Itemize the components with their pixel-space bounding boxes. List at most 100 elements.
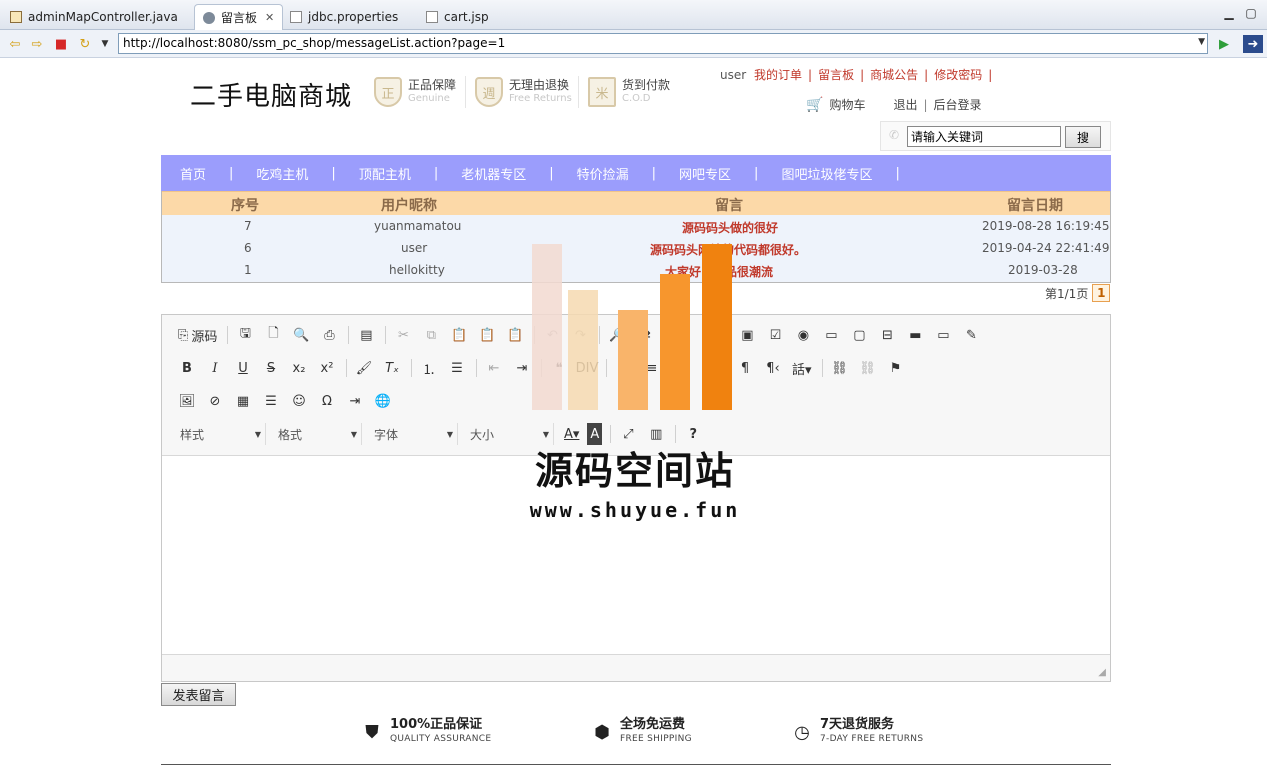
nav-internet-cafe[interactable]: 网吧专区 xyxy=(679,164,731,183)
link-change-password[interactable]: 修改密码 xyxy=(934,68,982,82)
search-box: ✆ 搜 xyxy=(880,121,1111,151)
nav-bargains[interactable]: 特价捡漏 xyxy=(577,164,629,183)
admin-login-link[interactable]: 后台登录 xyxy=(934,96,982,113)
tab-message-board[interactable]: 留言板 ✕ xyxy=(194,4,284,30)
source-button[interactable]: ⎘ 源码 xyxy=(176,324,219,346)
watermark-text: 源码空间站 xyxy=(534,449,735,493)
cart-link[interactable]: 购物车 xyxy=(829,96,865,113)
preview-icon[interactable]: 🔍 xyxy=(290,324,312,346)
format-select[interactable]: 格式 ▼ xyxy=(274,423,362,445)
post-message-button[interactable]: 发表留言 xyxy=(161,683,236,706)
chevron-down-icon: ▼ xyxy=(446,429,453,439)
site-logo[interactable]: 二手电脑商城 xyxy=(190,76,352,113)
cod-icon: 米 xyxy=(588,77,616,107)
copy-icon[interactable]: ⧉ xyxy=(420,324,442,346)
resize-grip-icon[interactable]: ◢ xyxy=(1098,667,1106,678)
chevron-down-icon[interactable]: ▼ xyxy=(96,35,114,53)
paste-icon[interactable]: 📋 xyxy=(448,324,470,346)
link-announcements[interactable]: 商城公告 xyxy=(870,68,918,82)
new-page-icon[interactable]: 🗋 xyxy=(262,324,284,346)
special-char-icon[interactable]: Ω xyxy=(316,390,338,412)
tab-jdbc-properties[interactable]: jdbc.properties xyxy=(282,4,406,30)
table-icon[interactable]: ▦ xyxy=(232,390,254,412)
page-break-icon[interactable]: ⇥ xyxy=(344,390,366,412)
select-icon[interactable]: ⊟ xyxy=(876,324,898,346)
underline-icon[interactable]: U xyxy=(232,357,254,379)
nav-home[interactable]: 首页 xyxy=(180,164,206,183)
forward-arrow-icon[interactable]: ⇨ xyxy=(28,35,46,53)
footer-quality: ⛊ 100%正品保证 QUALITY ASSURANCE xyxy=(360,718,491,746)
badge-free-returns: 週 无理由退换 Free Returns xyxy=(475,74,572,110)
rtl-icon[interactable]: ¶‹ xyxy=(762,357,784,379)
refresh-icon[interactable]: ↻ xyxy=(76,35,94,53)
stop-icon[interactable]: ■ xyxy=(52,35,70,53)
nav-gaming-pc[interactable]: 吃鸡主机 xyxy=(256,164,308,183)
maximize-icon[interactable]: ▢ xyxy=(1244,6,1258,20)
search-button[interactable]: 搜 xyxy=(1065,126,1101,148)
bold-icon[interactable]: B xyxy=(176,357,198,379)
cell-user: user xyxy=(401,241,428,255)
unlink-icon[interactable]: ⛓ xyxy=(857,357,879,379)
url-input[interactable]: http://localhost:8080/ssm_pc_shop/messag… xyxy=(118,33,1208,54)
paste-text-icon[interactable]: 📋 xyxy=(476,324,498,346)
language-icon[interactable]: 話▾ xyxy=(790,357,814,379)
java-file-icon xyxy=(10,11,22,23)
button-icon[interactable]: ▬ xyxy=(904,324,926,346)
templates-icon[interactable]: ▤ xyxy=(355,324,377,346)
print-icon[interactable]: ⎙ xyxy=(318,324,340,346)
col-id: 序号 xyxy=(231,198,259,214)
link-message-board[interactable]: 留言板 xyxy=(818,68,854,82)
flash-icon[interactable]: ⊘ xyxy=(204,390,226,412)
link-icon[interactable]: ⛓ xyxy=(829,357,851,379)
subscript-icon[interactable]: x₂ xyxy=(288,357,310,379)
badge-divider xyxy=(578,76,579,108)
open-external-icon[interactable]: ➜ xyxy=(1243,35,1263,53)
logout-link[interactable]: 退出 xyxy=(893,96,917,113)
size-label: 大小 xyxy=(470,427,495,442)
outdent-icon[interactable]: ⇤ xyxy=(483,357,505,379)
smiley-icon[interactable]: ☺ xyxy=(288,390,310,412)
back-arrow-icon[interactable]: ⇦ xyxy=(6,35,24,53)
radio-icon[interactable]: ◉ xyxy=(792,324,814,346)
tab-admin-map-controller[interactable]: adminMapController.java xyxy=(2,4,186,30)
go-icon[interactable]: ▶ xyxy=(1215,35,1233,53)
footer-en: 7-DAY FREE RETURNS xyxy=(820,734,924,744)
col-date: 留言日期 xyxy=(1007,198,1063,214)
remove-format-icon[interactable]: Tₓ xyxy=(381,357,403,379)
nav-budget-zone[interactable]: 图吧垃圾佬专区 xyxy=(781,164,872,183)
textfield-icon[interactable]: ▭ xyxy=(820,324,842,346)
col-message: 留言 xyxy=(715,198,743,214)
numbered-list-icon[interactable]: ⒈ xyxy=(418,357,440,379)
checkbox-icon[interactable]: ☑ xyxy=(764,324,786,346)
copy-format-icon[interactable]: 🖌 xyxy=(353,357,375,379)
close-icon[interactable]: ✕ xyxy=(265,11,274,24)
link-my-orders[interactable]: 我的订单 xyxy=(754,68,802,82)
tab-cart-jsp[interactable]: cart.jsp xyxy=(418,4,497,30)
pagination: 第1/1页 1 xyxy=(1045,284,1111,302)
cell-date: 2019-04-24 22:41:49 xyxy=(982,241,1110,255)
username: user xyxy=(720,68,747,82)
nav-top-config[interactable]: 顶配主机 xyxy=(359,164,411,183)
image-button-icon[interactable]: ▭ xyxy=(932,324,954,346)
font-select[interactable]: 字体 ▼ xyxy=(370,423,458,445)
badge-cn: 无理由退换 xyxy=(509,78,570,92)
iframe-globe-icon[interactable]: 🌐 xyxy=(372,390,394,412)
image-icon[interactable]: 🖼 xyxy=(176,390,198,412)
styles-select[interactable]: 样式 ▼ xyxy=(176,423,266,445)
search-input[interactable] xyxy=(907,126,1061,147)
nav-old-machines[interactable]: 老机器专区 xyxy=(461,164,526,183)
chevron-down-icon[interactable]: ▼ xyxy=(1198,37,1205,47)
textarea-icon[interactable]: ▢ xyxy=(848,324,870,346)
strike-icon[interactable]: S xyxy=(260,357,282,379)
cart-icon[interactable]: 🛒 xyxy=(806,97,823,113)
italic-icon[interactable]: I xyxy=(204,357,226,379)
cut-icon[interactable]: ✂ xyxy=(392,324,414,346)
save-icon[interactable]: 🖫 xyxy=(234,324,256,346)
minimize-icon[interactable]: ▁ xyxy=(1222,6,1236,20)
page-number-button[interactable]: 1 xyxy=(1092,284,1111,302)
anchor-flag-icon[interactable]: ⚑ xyxy=(885,357,907,379)
horizontal-rule-icon[interactable]: ☰ xyxy=(260,390,282,412)
superscript-icon[interactable]: x² xyxy=(316,357,338,379)
bulleted-list-icon[interactable]: ☰ xyxy=(446,357,468,379)
hidden-field-icon[interactable]: ✎ xyxy=(960,324,982,346)
